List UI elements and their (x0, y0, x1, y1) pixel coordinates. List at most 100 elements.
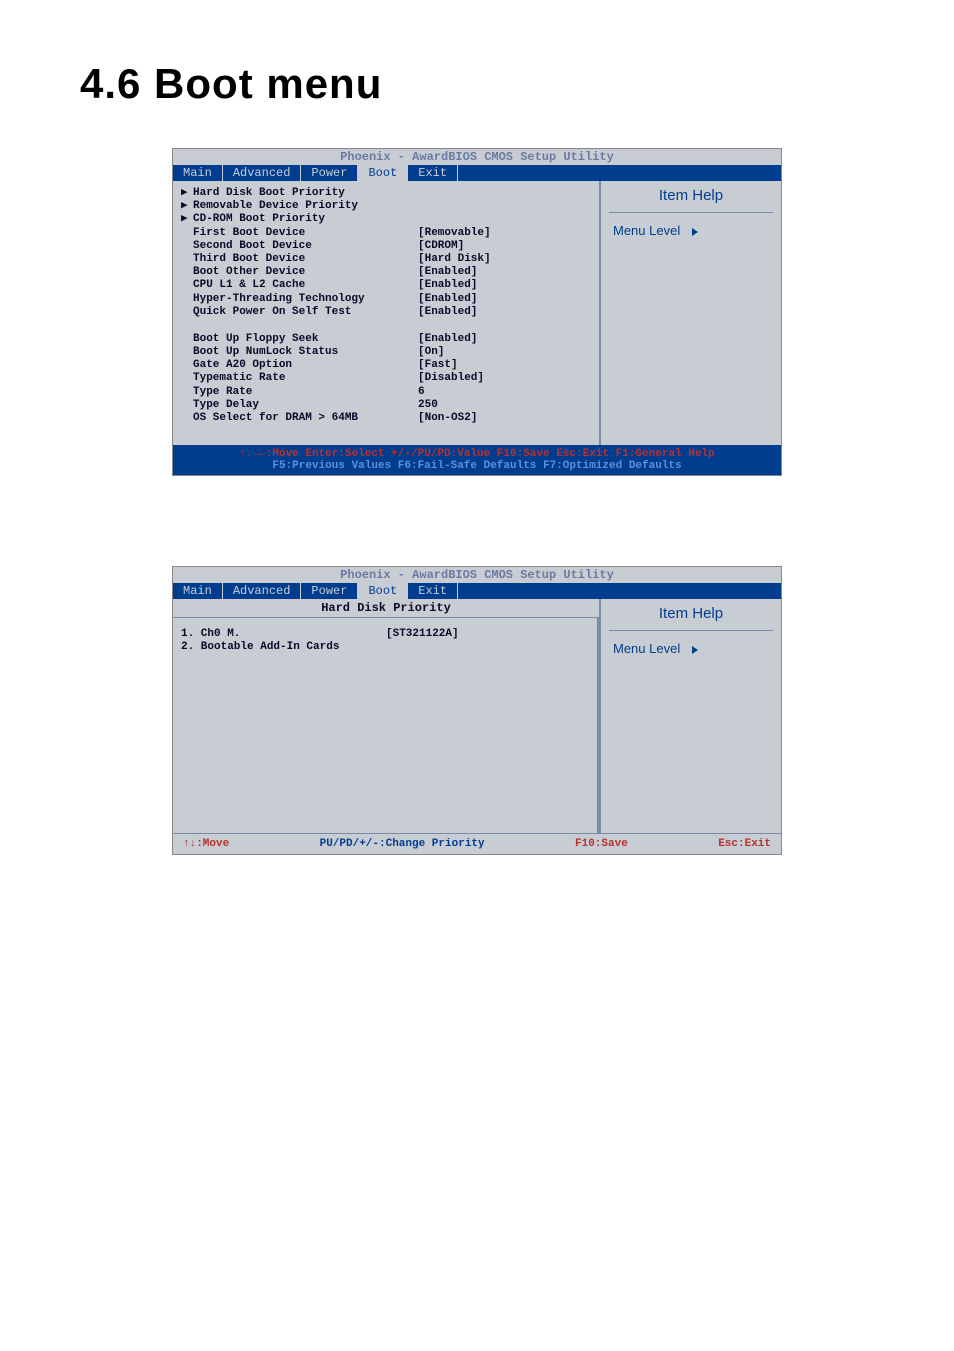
boot-item-floppy-seek[interactable]: Boot Up Floppy Seek [Enabled] (181, 333, 591, 346)
tab-main[interactable]: Main (173, 165, 223, 181)
footer-line2: F5:Previous Values F6:Fail-Safe Defaults… (179, 460, 775, 472)
menu-label: Type Rate (193, 386, 418, 399)
spacer (181, 412, 193, 425)
boot-item-quick-post[interactable]: Quick Power On Self Test [Enabled] (181, 306, 591, 319)
help-panel: Item Help Menu Level (601, 181, 781, 445)
menu-value: [Enabled] (418, 333, 477, 346)
bios-title: Phoenix - AwardBIOS CMOS Setup Utility (173, 149, 781, 165)
menu-label: Boot Up Floppy Seek (193, 333, 418, 346)
menu-level-label: Menu Level (609, 641, 773, 656)
tab-power[interactable]: Power (301, 165, 358, 181)
menu-label: OS Select for DRAM > 64MB (193, 412, 418, 425)
help-panel: Item Help Menu Level (601, 599, 781, 833)
bios-title: Phoenix - AwardBIOS CMOS Setup Utility (173, 567, 781, 583)
menu-value: 6 (418, 386, 425, 399)
boot-item-hyperthreading[interactable]: Hyper-Threading Technology [Enabled] (181, 293, 591, 306)
menu-value: [Fast] (418, 359, 458, 372)
tab-bar: Main Advanced Power Boot Exit (173, 583, 781, 599)
menu-value: [Enabled] (418, 306, 477, 319)
boot-item-type-delay[interactable]: Type Delay 250 (181, 399, 591, 412)
submenu-arrow-icon: ▶ (181, 187, 193, 200)
spacer (181, 227, 193, 240)
boot-item-type-rate[interactable]: Type Rate 6 (181, 386, 591, 399)
boot-item-numlock[interactable]: Boot Up NumLock Status [On] (181, 346, 591, 359)
menu-value: [On] (418, 346, 444, 359)
submenu-arrow-icon: ▶ (181, 213, 193, 226)
tab-main[interactable]: Main (173, 583, 223, 599)
menu-value: [Disabled] (418, 372, 484, 385)
menu-value: [Enabled] (418, 293, 477, 306)
footer-change: PU/PD/+/-:Change Priority (320, 838, 485, 850)
spacer (181, 306, 193, 319)
boot-item-third-device[interactable]: Third Boot Device [Hard Disk] (181, 253, 591, 266)
menu-label: Third Boot Device (193, 253, 418, 266)
footer-help-bar: ↑↓:Move PU/PD/+/-:Change Priority F10:Sa… (173, 833, 781, 854)
spacer (181, 240, 193, 253)
menu-label: Hyper-Threading Technology (193, 293, 418, 306)
spacer (181, 293, 193, 306)
boot-item-cdrom-priority[interactable]: ▶ CD-ROM Boot Priority (181, 213, 591, 226)
tab-power[interactable]: Power (301, 583, 358, 599)
spacer (181, 399, 193, 412)
menu-label: 2. Bootable Add-In Cards (181, 641, 386, 654)
tab-bar: Main Advanced Power Boot Exit (173, 165, 781, 181)
footer-line1: ↑↓→←:Move Enter:Select +/-/PU/PD:Value F… (179, 448, 775, 460)
spacer (181, 359, 193, 372)
spacer (181, 266, 193, 279)
boot-item-removable-priority[interactable]: ▶ Removable Device Priority (181, 200, 591, 213)
footer-exit: Esc:Exit (718, 838, 771, 850)
menu-label: CD-ROM Boot Priority (193, 213, 418, 226)
item-help-title: Item Help (609, 187, 773, 213)
tab-boot[interactable]: Boot (358, 165, 408, 181)
boot-item-typematic-rate[interactable]: Typematic Rate [Disabled] (181, 372, 591, 385)
boot-item-os-select[interactable]: OS Select for DRAM > 64MB [Non-OS2] (181, 412, 591, 425)
spacer-row (181, 425, 591, 439)
footer-save: F10:Save (575, 838, 628, 850)
tab-boot[interactable]: Boot (358, 583, 408, 599)
item-help-title: Item Help (609, 605, 773, 631)
tab-advanced[interactable]: Advanced (223, 583, 302, 599)
bios-hdd-priority-screen: Phoenix - AwardBIOS CMOS Setup Utility M… (172, 566, 782, 855)
boot-item-gate-a20[interactable]: Gate A20 Option [Fast] (181, 359, 591, 372)
menu-value: [Enabled] (418, 266, 477, 279)
bios-body: Hard Disk Priority 1. Ch0 M. [ST321122A]… (173, 599, 781, 833)
menu-label: Boot Other Device (193, 266, 418, 279)
footer-move: ↑↓:Move (183, 838, 229, 850)
menu-label: CPU L1 & L2 Cache (193, 279, 418, 292)
hdd-item-2[interactable]: 2. Bootable Add-In Cards (181, 641, 589, 654)
menu-value: 250 (418, 399, 438, 412)
bios-body: ▶ Hard Disk Boot Priority ▶ Removable De… (173, 181, 781, 445)
menu-level-text: Menu Level (613, 223, 680, 238)
spacer (181, 372, 193, 385)
menu-label: Quick Power On Self Test (193, 306, 418, 319)
menu-label: First Boot Device (193, 227, 418, 240)
tab-advanced[interactable]: Advanced (223, 165, 302, 181)
menu-level-text: Menu Level (613, 641, 680, 656)
boot-item-first-device[interactable]: First Boot Device [Removable] (181, 227, 591, 240)
menu-label: 1. Ch0 M. (181, 628, 386, 641)
pointer-icon (692, 646, 698, 654)
menu-value: [Removable] (418, 227, 491, 240)
tab-exit[interactable]: Exit (408, 165, 458, 181)
menu-label: Hard Disk Boot Priority (193, 187, 418, 200)
menu-label: Removable Device Priority (193, 200, 418, 213)
hdd-list: 1. Ch0 M. [ST321122A] 2. Bootable Add-In… (173, 618, 599, 833)
boot-item-other-device[interactable]: Boot Other Device [Enabled] (181, 266, 591, 279)
menu-label: Typematic Rate (193, 372, 418, 385)
spacer (181, 279, 193, 292)
spacer (181, 253, 193, 266)
boot-item-cpu-cache[interactable]: CPU L1 & L2 Cache [Enabled] (181, 279, 591, 292)
hdd-item-1[interactable]: 1. Ch0 M. [ST321122A] (181, 628, 589, 641)
bios-boot-screen: Phoenix - AwardBIOS CMOS Setup Utility M… (172, 148, 782, 476)
menu-label: Type Delay (193, 399, 418, 412)
spacer (181, 346, 193, 359)
spacer (181, 386, 193, 399)
tab-exit[interactable]: Exit (408, 583, 458, 599)
page-title: 4.6 Boot menu (80, 60, 874, 108)
menu-value: [Non-OS2] (418, 412, 477, 425)
menu-label: Gate A20 Option (193, 359, 418, 372)
boot-item-second-device[interactable]: Second Boot Device [CDROM] (181, 240, 591, 253)
submenu-arrow-icon: ▶ (181, 200, 193, 213)
boot-item-hdd-priority[interactable]: ▶ Hard Disk Boot Priority (181, 187, 591, 200)
menu-value: [CDROM] (418, 240, 464, 253)
